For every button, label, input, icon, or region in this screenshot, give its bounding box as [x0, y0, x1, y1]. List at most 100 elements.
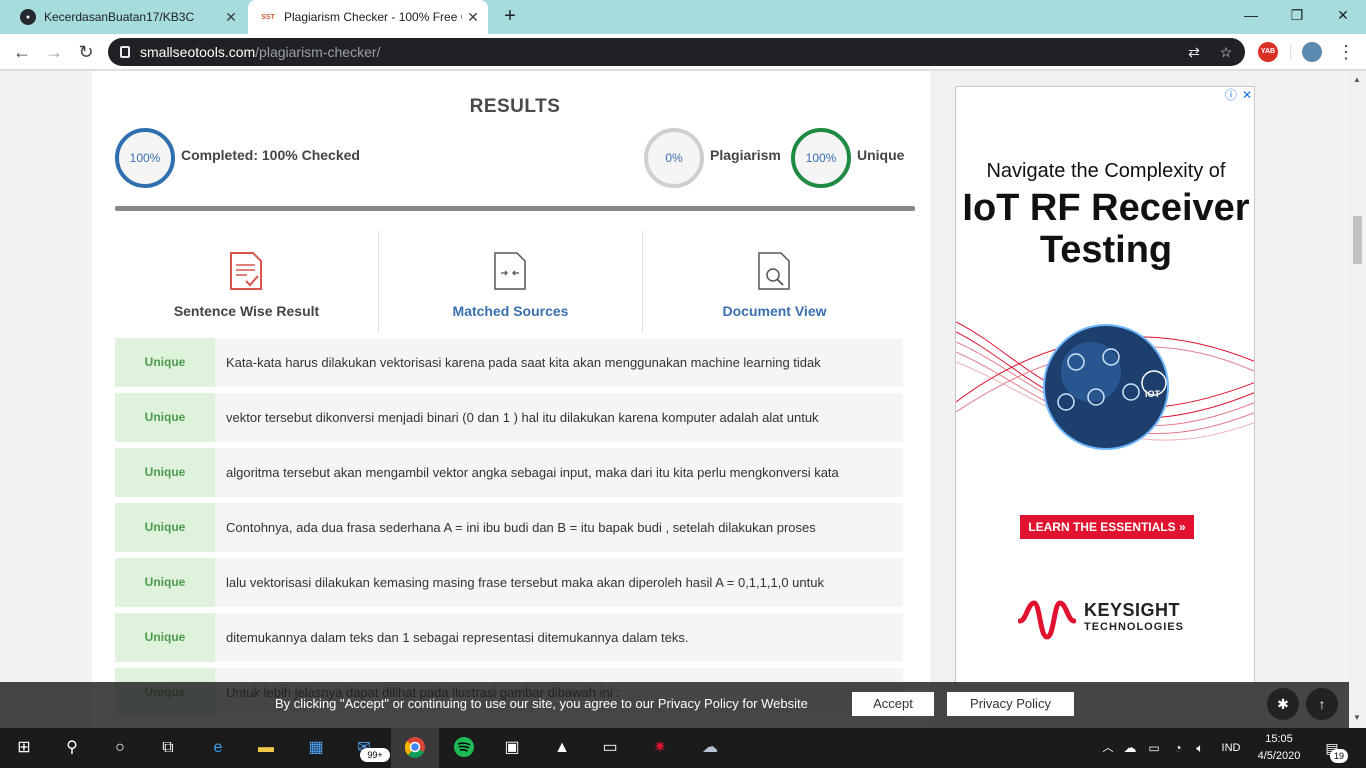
browser-tab-plagiarism[interactable]: SST Plagiarism Checker - 100% Free O ✕ — [248, 0, 488, 34]
edge-icon[interactable]: e — [206, 736, 230, 760]
minimize-icon[interactable]: — — [1228, 0, 1274, 34]
result-tabs: Sentence Wise Result Matched Sources Doc — [115, 231, 903, 331]
unique-circle: 100% — [791, 128, 851, 188]
ad-close-icon[interactable]: ✕ — [1240, 88, 1254, 102]
tex-editor-icon[interactable]: ▣ — [500, 736, 524, 760]
ad-globe-image — [956, 321, 1254, 450]
sentence-text: Contohnya, ada dua frasa sederhana A = i… — [226, 520, 816, 535]
toolbar-divider — [1290, 44, 1291, 60]
sentence-row[interactable]: Unique Contohnya, ada dua frasa sederhan… — [115, 503, 903, 552]
tab-matched-sources[interactable]: Matched Sources — [379, 231, 642, 331]
new-tab-button[interactable]: + — [498, 5, 522, 29]
progress-bar — [115, 206, 915, 211]
tab-close-icon[interactable]: ✕ — [220, 9, 242, 26]
cookie-text: By clicking "Accept" or continuing to us… — [275, 696, 808, 711]
close-window-icon[interactable]: ✕ — [1320, 0, 1366, 34]
status-badge: Unique — [115, 558, 215, 607]
sentence-row[interactable]: Unique algoritma tersebut akan mengambil… — [115, 448, 903, 497]
privacy-policy-button[interactable]: Privacy Policy — [947, 692, 1074, 716]
windows-taskbar: ⊞ ⚲ ○ ⧉ e ▬ ▦ ✉ 99+ ▣ ▲ ▭ ✷ ☁ ︿ ☁ ▭ ◔ 🔈︎… — [0, 728, 1366, 768]
browser-tab-github[interactable]: ● KecerdasanBuatan17/KB3C ✕ — [8, 0, 246, 34]
language-indicator[interactable]: IND — [1214, 742, 1248, 754]
keysight-logo-icon — [1018, 600, 1076, 640]
spotify-icon[interactable] — [452, 736, 476, 760]
bug-icon[interactable]: ✱ — [1267, 688, 1299, 720]
tab-sentence-wise-result[interactable]: Sentence Wise Result — [115, 231, 378, 331]
show-hidden-icons-chevron-icon[interactable]: ︿ — [1096, 736, 1120, 760]
clock-time[interactable]: 15:05 — [1254, 733, 1304, 745]
sentence-row[interactable]: Unique ditemukannya dalam teks dan 1 seb… — [115, 613, 903, 662]
advertisement[interactable]: ⓘ ✕ Navigate the Complexity of IoT RF Re… — [955, 86, 1255, 686]
ad-brand-sub: TECHNOLOGIES — [1084, 621, 1185, 633]
windows-start-icon[interactable]: ⊞ — [12, 736, 36, 760]
tab-label: Document View — [722, 303, 827, 319]
scroll-thumb[interactable] — [1353, 216, 1362, 264]
double-chevron-right-icon: » — [1179, 520, 1186, 534]
status-badge: Unique — [115, 338, 215, 387]
results-title: RESULTS — [469, 96, 561, 117]
sentence-text: algoritma tersebut akan mengambil vektor… — [226, 465, 839, 480]
onedrive-icon[interactable]: ☁ — [1118, 736, 1142, 760]
unique-label: Unique — [857, 147, 905, 163]
page-content: RESULTS 100% Completed: 100% Checked 0% … — [0, 71, 1366, 728]
sentence-text: lalu vektorisasi dilakukan kemasing masi… — [226, 575, 824, 590]
task-view-icon[interactable]: ⧉ — [156, 736, 180, 760]
plagiarism-label: Plagiarism — [710, 147, 781, 163]
plagiarism-circle: 0% — [644, 128, 704, 188]
network-app-icon[interactable]: ☁ — [698, 736, 722, 760]
github-icon: ● — [20, 9, 36, 25]
results-card: RESULTS 100% Completed: 100% Checked 0% … — [92, 71, 930, 728]
sentence-row[interactable]: Unique lalu vektorisasi dilakukan kemasi… — [115, 558, 903, 607]
terminal-icon[interactable]: ▭ — [598, 736, 622, 760]
accept-button[interactable]: Accept — [852, 692, 934, 716]
forward-arrow-icon[interactable]: → — [42, 40, 66, 64]
cortana-icon[interactable]: ○ — [108, 736, 132, 760]
ad-info-icon[interactable]: ⓘ — [1224, 88, 1238, 102]
tab-label: Sentence Wise Result — [173, 303, 320, 319]
status-badge: Unique — [115, 393, 215, 442]
spider-app-icon[interactable]: ✷ — [648, 736, 672, 760]
menu-kebab-icon[interactable]: ⋮ — [1334, 40, 1358, 64]
status-badge: Unique — [115, 448, 215, 497]
browser-toolbar: ← → ↻ smallseotools.com/plagiarism-check… — [0, 34, 1366, 70]
file-explorer-icon[interactable]: ▬ — [254, 736, 278, 760]
notification-count: 19 — [1330, 749, 1348, 763]
document-search-icon — [758, 252, 790, 290]
scroll-up-icon[interactable]: ▲ — [1353, 75, 1361, 84]
ad-headline-large: IoT RF Receiver Testing — [962, 187, 1250, 271]
completed-label: Completed: 100% Checked — [181, 147, 360, 163]
sentence-row[interactable]: Unique Kata-kata harus dilakukan vektori… — [115, 338, 903, 387]
restore-icon[interactable]: ❐ — [1274, 0, 1320, 34]
ad-headline-small: Navigate the Complexity of — [986, 160, 1226, 182]
volume-icon[interactable]: 🔈︎ — [1188, 736, 1212, 760]
tab-title: Plagiarism Checker - 100% Free O — [284, 10, 462, 24]
sentence-text: Kata-kata harus dilakukan vektorisasi ka… — [226, 355, 821, 370]
cookie-banner: By clicking "Accept" or continuing to us… — [0, 682, 1349, 728]
address-bar[interactable]: smallseotools.com/plagiarism-checker/ ⇄ … — [108, 38, 1245, 66]
translate-icon[interactable]: ⇄ — [1184, 42, 1204, 62]
scroll-to-top-icon[interactable]: ↑ — [1306, 688, 1338, 720]
profile-avatar[interactable] — [1302, 42, 1322, 62]
ad-cta-button[interactable]: LEARN THE ESSENTIALS » — [1020, 515, 1194, 539]
scroll-down-icon[interactable]: ▼ — [1353, 713, 1361, 722]
ad-iot-badge: IOT — [1145, 389, 1160, 399]
tab-document-view[interactable]: Document View — [643, 231, 906, 331]
page-scrollbar[interactable]: ▲ ▼ — [1349, 71, 1366, 728]
wifi-icon[interactable]: ◔ — [1166, 736, 1190, 760]
tab-close-icon[interactable]: ✕ — [462, 9, 484, 26]
chrome-icon[interactable] — [403, 736, 427, 760]
sentence-row[interactable]: Unique vektor tersebut dikonversi menjad… — [115, 393, 903, 442]
store-icon[interactable]: ▦ — [304, 736, 328, 760]
bookmark-star-icon[interactable]: ☆ — [1216, 42, 1236, 62]
photos-icon[interactable]: ▲ — [550, 736, 574, 760]
search-icon[interactable]: ⚲ — [60, 736, 84, 760]
back-arrow-icon[interactable]: ← — [10, 40, 34, 64]
ad-brand: KEYSIGHT — [1084, 600, 1181, 620]
lock-icon — [120, 46, 130, 58]
sentence-text: ditemukannya dalam teks dan 1 sebagai re… — [226, 630, 689, 645]
battery-icon[interactable]: ▭ — [1142, 736, 1166, 760]
reload-icon[interactable]: ↻ — [74, 40, 98, 64]
extension-yab-icon[interactable]: YAB — [1258, 42, 1278, 62]
document-check-icon — [230, 252, 262, 290]
clock-date[interactable]: 4/5/2020 — [1254, 750, 1304, 762]
